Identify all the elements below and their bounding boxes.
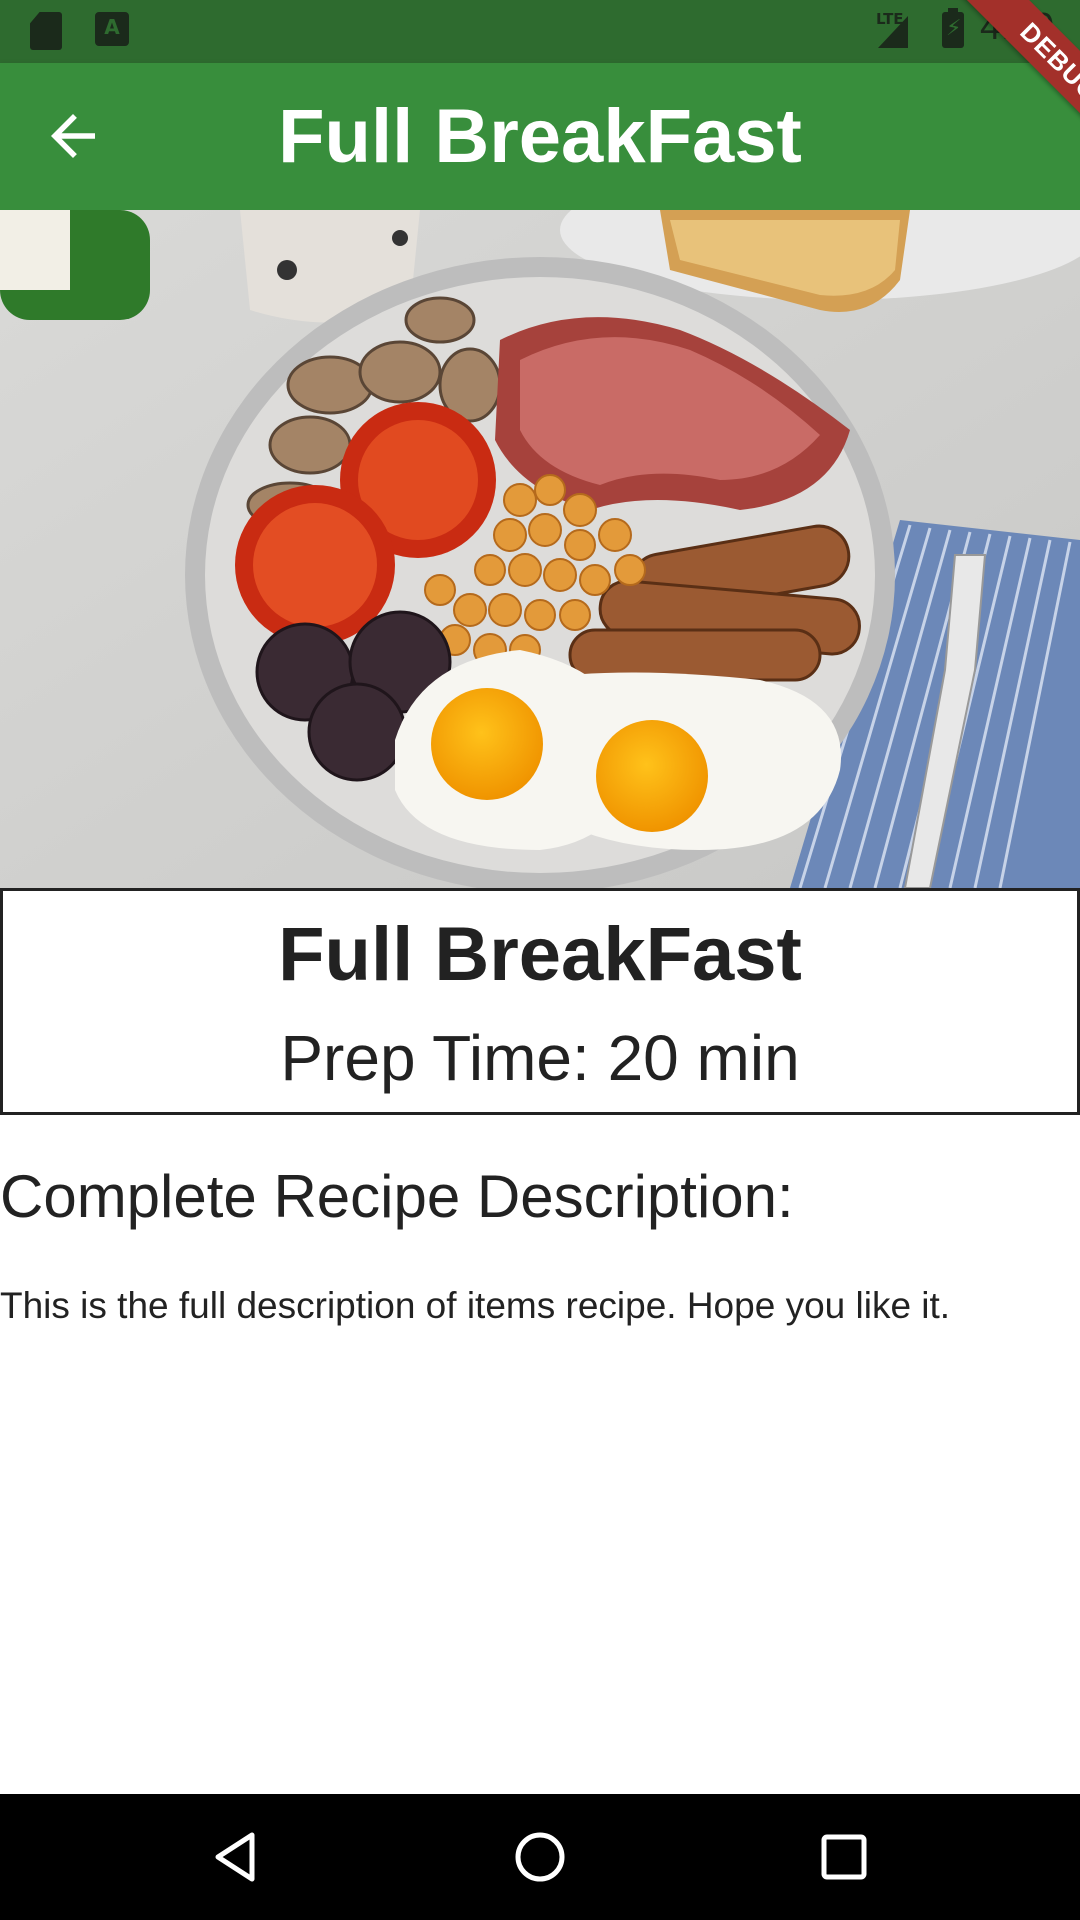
app-bar: Full BreakFast <box>0 63 1080 210</box>
network-type-label: LTE <box>876 10 904 28</box>
description-text: This is the full description of items re… <box>0 1285 951 1326</box>
nav-back-icon <box>215 1832 255 1882</box>
recipe-info-card: Full BreakFast Prep Time: 20 min <box>0 888 1080 1115</box>
full-breakfast-plate-image <box>0 210 1080 888</box>
arrow-back-icon <box>51 114 95 158</box>
a-notification-icon: A <box>95 12 129 46</box>
nav-home-icon <box>515 1832 565 1882</box>
back-button[interactable] <box>40 103 106 169</box>
breakfast-illustration <box>0 210 1080 888</box>
screen: A LTE ⚡ 4:20 Full BreakFast <box>0 0 1080 1920</box>
status-bar: A LTE ⚡ 4:20 <box>0 0 1080 63</box>
nav-back-button[interactable] <box>206 1827 266 1887</box>
nav-home-button[interactable] <box>510 1827 570 1887</box>
system-nav-bar <box>0 1794 1080 1920</box>
nav-recents-icon <box>821 1834 867 1880</box>
battery-charging-icon: ⚡ <box>942 8 964 48</box>
prep-time-label: Prep Time: 20 min <box>280 1022 800 1094</box>
description-heading: Complete Recipe Description: <box>0 1163 794 1230</box>
app-bar-title: Full BreakFast <box>278 94 802 179</box>
nav-recents-button[interactable] <box>814 1827 874 1887</box>
sd-card-icon <box>30 12 62 50</box>
recipe-title: Full BreakFast <box>278 912 802 997</box>
